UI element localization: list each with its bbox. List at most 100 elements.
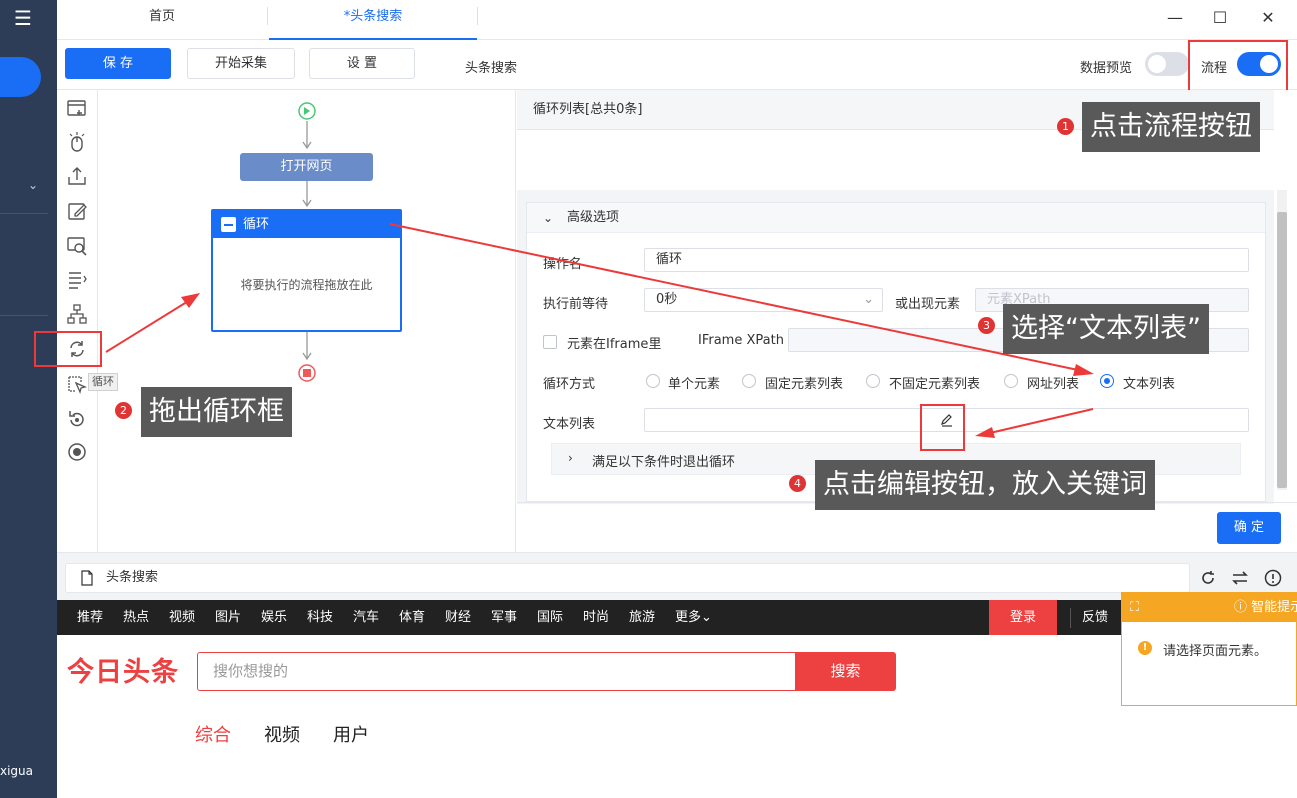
stop-tool-icon[interactable] [66,441,88,463]
nav-item[interactable]: 推荐 [77,600,103,635]
smart-prompt-header: ⛶ ⓘ 智能提示 [1122,593,1297,622]
result-tab-user[interactable]: 用户 [333,721,369,747]
annotation-badge: 3 [978,317,995,334]
nav-item[interactable]: 娱乐 [261,600,287,635]
nav-item[interactable]: 时尚 [583,600,609,635]
radio-single-element[interactable] [646,374,660,388]
annotation-badge: 4 [789,475,806,492]
save-button[interactable]: 保 存 [65,48,171,79]
op-name-input[interactable]: 循环 [644,248,1249,272]
branch-tool-icon[interactable] [66,303,88,325]
exit-condition-label: 满足以下条件时退出循环 [592,455,736,470]
loop-node-title: 循环 [243,217,270,232]
toutiao-page: 今日头条 搜你想搜的 搜索 综合 视频 用户 [57,635,1297,798]
nav-item[interactable]: 旅游 [629,600,655,635]
or-appear-label: 或出现元素 [895,297,961,312]
toolbar: 保 存 开始采集 设 置 头条搜索 数据预览 流程 [57,40,1297,94]
radio-fixed-list[interactable] [742,374,756,388]
loop-node-header[interactable]: 循环 [213,211,400,238]
iframe-label: 元素在Iframe里 [567,337,662,352]
recognize-tool-icon[interactable] [66,235,88,257]
refresh-icon[interactable] [1199,569,1217,587]
login-button[interactable]: 登录 [989,600,1057,635]
smart-prompt-title: 智能提示 [1251,600,1297,615]
smart-prompt-popup: ⛶ ⓘ 智能提示 ! 请选择页面元素。 [1121,592,1297,706]
iframe-checkbox[interactable] [543,335,557,349]
chevron-right-icon[interactable]: › [568,451,573,465]
nav-item[interactable]: 图片 [215,600,241,635]
loop-tool-highlight-box [34,331,102,367]
url-input[interactable]: 头条搜索 [65,563,1190,593]
nav-item[interactable]: 体育 [399,600,425,635]
result-tab-all[interactable]: 综合 [195,721,231,747]
radio-text-list[interactable] [1100,374,1114,388]
annotation-badge: 2 [115,402,132,419]
settings-button[interactable]: 设 置 [309,48,415,79]
sidebar-active-item[interactable] [0,57,41,97]
nav-item[interactable]: 汽车 [353,600,379,635]
open-page-tool-icon[interactable] [66,98,88,120]
nav-item[interactable]: 视频 [169,600,195,635]
chevron-down-icon[interactable]: ⌄ [28,178,38,192]
minimize-icon[interactable]: — [1163,6,1187,30]
browser-url-bar: 头条搜索 [57,552,1297,600]
panel-scrollbar-thumb[interactable] [1277,212,1287,488]
nav-divider [1070,608,1071,628]
iframe-xpath-label: IFrame XPath [698,333,784,348]
close-icon[interactable]: ✕ [1256,6,1280,30]
nav-item[interactable]: 国际 [537,600,563,635]
wait-label: 执行前等待 [543,297,609,312]
nav-item[interactable]: 热点 [123,600,149,635]
collapse-icon[interactable] [221,217,236,232]
switch-icon[interactable] [1231,569,1249,587]
loop-node[interactable]: 循环 将要执行的流程拖放在此 [211,209,402,332]
loop-mode-label: 循环方式 [543,377,596,392]
feedback-link[interactable]: 反馈 [1082,600,1108,635]
advanced-title[interactable]: ⌄ 高级选项 [527,203,1265,233]
sidebar-divider [0,315,48,316]
nav-item-more[interactable]: 更多⌄ [675,600,712,635]
toutiao-logo[interactable]: 今日头条 [67,650,179,689]
tab-bar: 首页 *头条搜索 — ☐ ✕ [57,0,1297,40]
flow-canvas[interactable]: 打开网页 循环 将要执行的流程拖放在此 [98,90,516,552]
smart-prompt-message: 请选择页面元素。 [1163,644,1268,659]
maximize-icon[interactable]: ☐ [1208,6,1232,30]
nav-more-label: 更多 [675,610,702,625]
wait-select[interactable]: 0秒 ⌄ [644,288,883,312]
loop-drop-hint: 将要执行的流程拖放在此 [240,278,373,292]
input-text-tool-icon[interactable] [66,200,88,222]
expand-icon[interactable]: ⛶ [1130,593,1139,622]
nav-item[interactable]: 科技 [307,600,333,635]
open-page-node[interactable]: 打开网页 [240,153,373,181]
info-icon[interactable] [1264,569,1282,587]
preview-label: 数据预览 [1080,61,1133,76]
radio-unfixed-list[interactable] [866,374,880,388]
tab-home[interactable]: 首页 [107,0,217,40]
chevron-down-icon[interactable]: ⌄ [543,203,553,233]
url-title: 头条搜索 [106,570,159,585]
edit-highlight-box [920,404,965,451]
annotation-callout: 点击流程按钮 [1082,102,1260,152]
click-tool-icon[interactable] [66,131,88,153]
start-collect-button[interactable]: 开始采集 [187,48,295,79]
confirm-button[interactable]: 确 定 [1217,512,1281,544]
extract-tool-icon[interactable] [66,165,88,187]
menu-collapse-icon[interactable]: ☰ [14,8,38,28]
tab-toutiao-search[interactable]: *头条搜索 [269,0,477,40]
flow-label: 流程 [1201,61,1228,76]
nav-item[interactable]: 军事 [491,600,517,635]
toutiao-search-button[interactable]: 搜索 [795,652,896,691]
radio-label: 网址列表 [1027,377,1080,392]
radio-url-list[interactable] [1004,374,1018,388]
tool-column [57,90,98,552]
list-tool-icon[interactable] [66,268,88,290]
select-element-tool-icon[interactable] [66,374,88,396]
flow-toggle[interactable] [1237,52,1281,76]
toutiao-search-input[interactable]: 搜你想搜的 [197,652,797,691]
refresh-tool-icon[interactable] [66,408,88,430]
chevron-down-icon: ⌄ [863,292,874,307]
result-tab-video[interactable]: 视频 [264,721,300,747]
preview-toggle[interactable] [1145,52,1189,76]
nav-item[interactable]: 财经 [445,600,471,635]
page-icon [81,570,93,586]
